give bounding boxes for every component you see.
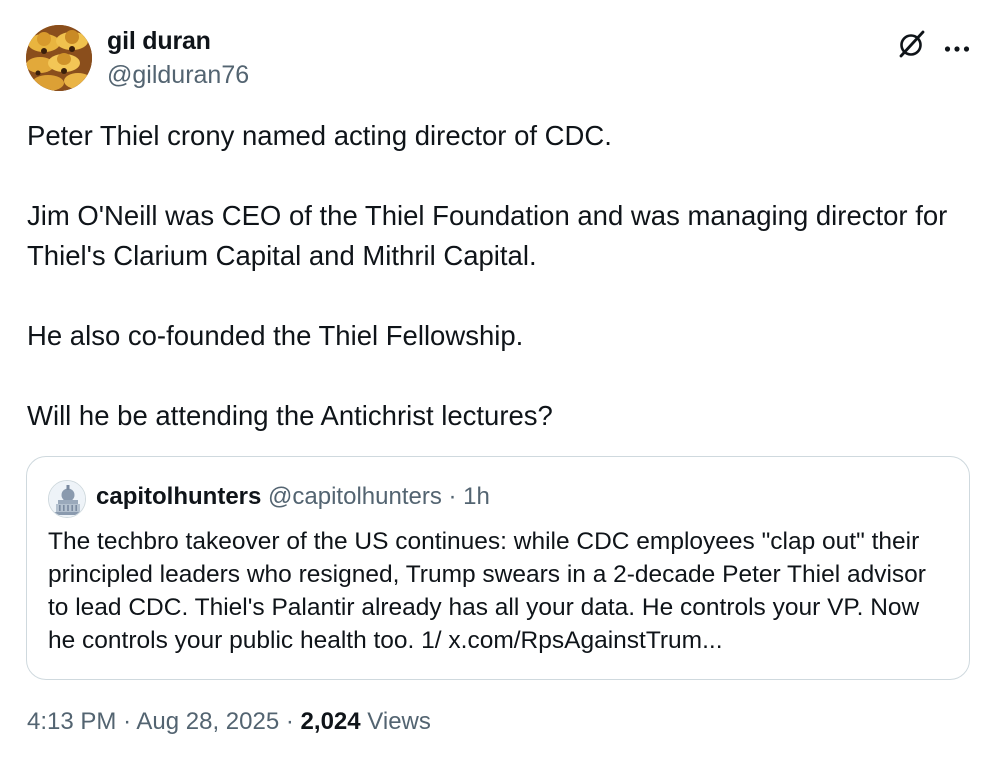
quoted-tweet[interactable]: capitolhunters @capitolhunters · 1h The … — [26, 456, 970, 680]
grok-icon[interactable] — [896, 28, 928, 60]
quote-timestamp[interactable]: 1h — [463, 483, 490, 510]
author-handle[interactable]: @gilduran76 — [107, 61, 249, 90]
tweet-paragraph: Peter Thiel crony named acting director … — [27, 120, 612, 151]
author-display-name[interactable]: gil duran — [107, 27, 211, 56]
quote-header: capitolhunters @capitolhunters · 1h — [96, 483, 490, 511]
tweet-paragraph: Jim O'Neill was CEO of the Thiel Foundat… — [27, 200, 948, 271]
views-label: Views — [367, 708, 431, 735]
quote-text: The techbro takeover of the US continues… — [48, 528, 926, 654]
tweet-paragraph: Will he be attending the Antichrist lect… — [27, 400, 553, 431]
avatar-image — [26, 25, 92, 91]
views-count[interactable]: 2,024 — [301, 708, 361, 735]
more-horizontal-icon[interactable] — [944, 40, 970, 52]
capitol-building-icon — [49, 481, 85, 517]
meta-separator: · — [285, 708, 294, 735]
quote-avatar[interactable] — [48, 480, 86, 518]
tweet: gil duran @gilduran76 Peter Thiel crony … — [0, 0, 1000, 765]
author-avatar[interactable] — [26, 25, 92, 91]
quote-display-name[interactable]: capitolhunters — [96, 483, 261, 510]
tweet-text: Peter Thiel crony named acting director … — [27, 116, 967, 436]
quote-separator: · — [448, 483, 457, 510]
meta-separator: · — [123, 708, 132, 735]
quote-handle[interactable]: @capitolhunters — [268, 483, 442, 510]
tweet-time[interactable]: 4:13 PM — [27, 708, 116, 735]
tweet-paragraph: He also co-founded the Thiel Fellowship. — [27, 320, 524, 351]
tweet-metadata: 4:13 PM · Aug 28, 2025 · 2,024 Views — [27, 708, 431, 736]
tweet-date[interactable]: Aug 28, 2025 — [136, 708, 279, 735]
